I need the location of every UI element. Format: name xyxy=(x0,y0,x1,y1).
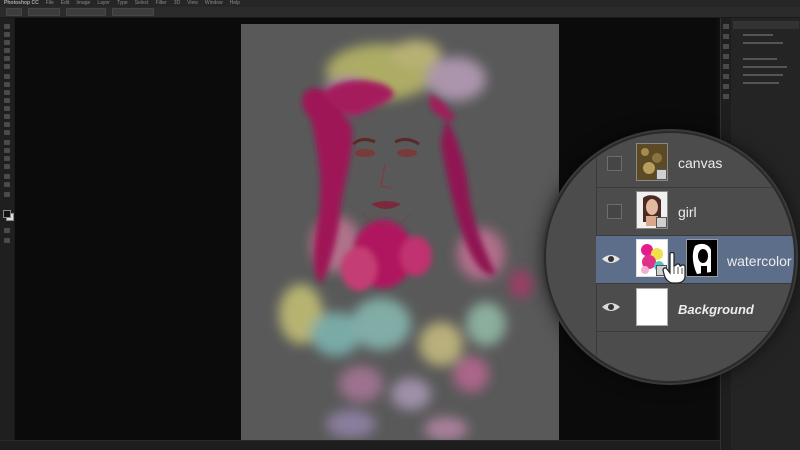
adjustments-panel-icon[interactable] xyxy=(723,94,729,99)
properties-row xyxy=(743,66,787,68)
layers-panel-magnifier: canvas girl watercolor Background xyxy=(544,131,796,383)
properties-row xyxy=(743,82,779,84)
lasso-tool-icon[interactable] xyxy=(4,40,10,45)
menu-item-type[interactable]: Type xyxy=(117,0,128,7)
layer-thumbnail-background[interactable] xyxy=(636,288,668,326)
menu-item-edit[interactable]: Edit xyxy=(61,0,70,7)
visibility-toggle-off[interactable] xyxy=(607,156,622,171)
menu-item-image[interactable]: Image xyxy=(76,0,90,7)
eye-icon[interactable] xyxy=(601,300,623,322)
zoom-tool-icon[interactable] xyxy=(4,182,10,187)
face-features xyxy=(352,137,420,227)
sample-layers-dropdown[interactable] xyxy=(66,8,106,16)
properties-row xyxy=(743,42,783,44)
move-tool-icon[interactable] xyxy=(4,24,10,29)
hand-tool-icon[interactable] xyxy=(4,174,10,179)
stamp-tool-icon[interactable] xyxy=(4,90,10,95)
character-panel-icon[interactable] xyxy=(723,54,729,59)
brush-tool-icon[interactable] xyxy=(4,82,10,87)
smart-object-icon xyxy=(656,169,667,180)
shape-tool-icon[interactable] xyxy=(4,164,10,169)
girl-mask-silhouette xyxy=(687,240,717,276)
layer-name-watercolor[interactable]: watercolor xyxy=(727,253,792,269)
brush-panel-icon[interactable] xyxy=(723,74,729,79)
edit-toolbar-icon[interactable] xyxy=(4,192,10,197)
paragraph-panel-icon[interactable] xyxy=(723,64,729,69)
type-tool-icon[interactable] xyxy=(4,148,10,153)
eyedropper-tool-icon[interactable] xyxy=(4,64,10,69)
menu-item-view[interactable]: View xyxy=(187,0,198,7)
swatches-panel-icon[interactable] xyxy=(723,44,729,49)
menu-item-layer[interactable]: Layer xyxy=(97,0,110,7)
foreground-background-swatches[interactable] xyxy=(3,210,14,221)
properties-row xyxy=(743,34,773,36)
status-bar xyxy=(0,440,720,450)
watercolor-portrait-artwork xyxy=(279,40,533,441)
blur-tool-icon[interactable] xyxy=(4,122,10,127)
foreground-color-swatch[interactable] xyxy=(3,210,11,218)
menu-item-select[interactable]: Select xyxy=(135,0,149,7)
layer-name-girl[interactable]: girl xyxy=(678,204,697,220)
menu-item-file[interactable]: File xyxy=(46,0,54,7)
path-select-tool-icon[interactable] xyxy=(4,156,10,161)
layer-thumbnail-canvas[interactable] xyxy=(636,143,668,181)
smart-object-icon xyxy=(656,217,667,228)
tools-panel xyxy=(0,18,15,440)
gradient-tool-icon[interactable] xyxy=(4,114,10,119)
menu-bar: Photoshop CC File Edit Image Layer Type … xyxy=(0,0,800,7)
dodge-tool-icon[interactable] xyxy=(4,130,10,135)
crop-tool-icon[interactable] xyxy=(4,56,10,61)
info-panel-icon[interactable] xyxy=(723,84,729,89)
properties-panel-header[interactable] xyxy=(733,21,799,29)
eraser-tool-icon[interactable] xyxy=(4,106,10,111)
document-canvas[interactable] xyxy=(241,24,559,442)
menu-item-3d[interactable]: 3D xyxy=(174,0,180,7)
screen-mode-icon[interactable] xyxy=(4,238,10,243)
pen-tool-icon[interactable] xyxy=(4,140,10,145)
layer-name-background[interactable]: Background xyxy=(678,302,754,317)
visibility-toggle-off[interactable] xyxy=(607,204,622,219)
history-panel-icon[interactable] xyxy=(723,24,729,29)
properties-row xyxy=(743,58,777,60)
history-brush-tool-icon[interactable] xyxy=(4,98,10,103)
healing-tool-icon[interactable] xyxy=(4,74,10,79)
options-bar xyxy=(0,7,800,18)
menu-item-filter[interactable]: Filter xyxy=(156,0,167,7)
app-menu-title[interactable]: Photoshop CC xyxy=(4,0,39,7)
quick-mask-icon[interactable] xyxy=(4,228,10,233)
menu-item-help[interactable]: Help xyxy=(230,0,240,7)
menu-item-window[interactable]: Window xyxy=(205,0,223,7)
option-button[interactable] xyxy=(112,8,154,16)
layers-panel-zoomed: canvas girl watercolor Background xyxy=(546,133,794,381)
layer-name-canvas[interactable]: canvas xyxy=(678,155,722,171)
actions-panel-icon[interactable] xyxy=(723,34,729,39)
layer-mask-thumbnail[interactable] xyxy=(686,239,718,277)
eye-icon[interactable] xyxy=(601,252,623,274)
quick-select-tool-icon[interactable] xyxy=(4,48,10,53)
layer-thumbnail-girl[interactable] xyxy=(636,191,668,229)
tool-preset-picker[interactable] xyxy=(6,8,22,16)
marquee-tool-icon[interactable] xyxy=(4,32,10,37)
properties-row xyxy=(743,74,783,76)
hand-pointer-icon xyxy=(662,251,686,284)
sample-size-dropdown[interactable] xyxy=(28,8,60,16)
